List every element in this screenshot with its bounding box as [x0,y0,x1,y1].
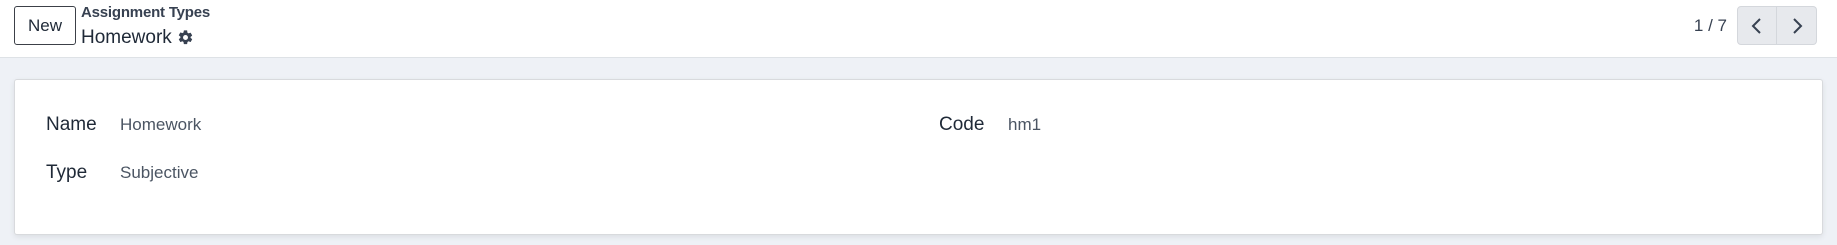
type-field[interactable]: Subjective [120,163,198,183]
chevron-left-icon [1751,17,1761,34]
name-label: Name [46,114,97,135]
form-sheet: Name Homework Code hm1 Type Subjective [14,79,1823,235]
chevron-right-icon [1792,17,1802,34]
pager: 1 / 7 [1694,6,1817,45]
breadcrumb-current: Homework [81,28,210,47]
pager-next-button[interactable] [1777,6,1817,45]
code-label: Code [939,114,985,135]
breadcrumb: Assignment Types Homework [81,5,210,47]
new-button[interactable]: New [14,6,76,45]
record-title: Homework [81,27,172,48]
pager-previous-button[interactable] [1737,6,1777,45]
name-field[interactable]: Homework [120,115,201,135]
pager-value[interactable]: 1 / 7 [1694,16,1727,36]
breadcrumb-parent-link[interactable]: Assignment Types [81,5,210,20]
code-field[interactable]: hm1 [1008,115,1041,135]
type-label: Type [46,162,88,183]
gear-icon[interactable] [177,29,194,46]
control-panel: New Assignment Types Homework 1 / 7 [0,0,1837,58]
